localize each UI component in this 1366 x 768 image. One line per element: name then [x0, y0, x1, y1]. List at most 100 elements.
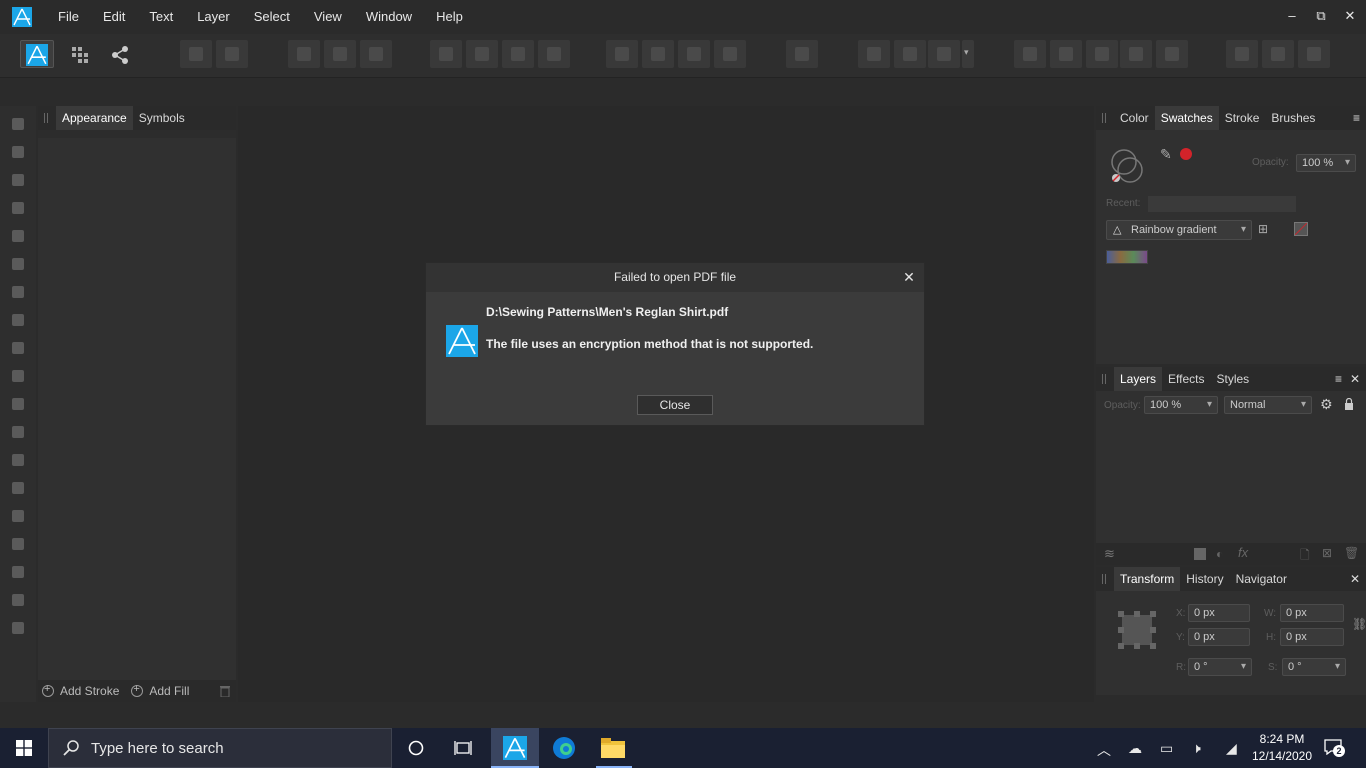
toolbar-btn-8[interactable]	[502, 40, 534, 68]
rectangle-tool-icon[interactable]	[10, 424, 26, 440]
panel-close-icon[interactable]: ✕	[1350, 567, 1360, 591]
zoom-tool-icon[interactable]	[10, 620, 26, 636]
add-layer-icon[interactable]: 🗋	[1300, 546, 1310, 567]
trash-icon[interactable]: 🗑	[1344, 546, 1359, 560]
panel-menu-icon[interactable]: ≡	[1353, 106, 1360, 130]
toolbar-btn-5[interactable]	[360, 40, 392, 68]
toolbar-btn-19[interactable]	[1050, 40, 1082, 68]
place-image-tool-icon[interactable]	[10, 368, 26, 384]
rainbow-gradient-swatches[interactable]	[1106, 250, 1148, 264]
minimize-button[interactable]: –	[1282, 8, 1302, 23]
toolbar-btn-25[interactable]	[1298, 40, 1330, 68]
toolbar-btn-21[interactable]	[1120, 40, 1152, 68]
crop-tool-icon[interactable]	[10, 396, 26, 412]
w-field[interactable]: 0 px	[1280, 604, 1344, 622]
move-tool-icon[interactable]	[10, 116, 26, 132]
fx-icon[interactable]: fx	[1238, 545, 1248, 560]
edge-browser-icon[interactable]	[552, 736, 576, 760]
fill-stroke-selector-icon[interactable]	[1108, 146, 1148, 186]
add-stroke-button[interactable]: Add Stroke	[60, 684, 119, 698]
window-close-button[interactable]: ✕	[1340, 8, 1360, 24]
toolbar-btn-16[interactable]	[894, 40, 926, 68]
cortana-icon[interactable]	[408, 740, 424, 756]
taskbar-search[interactable]: Type here to search	[48, 728, 392, 768]
fill-tool-icon[interactable]	[10, 312, 26, 328]
file-explorer-icon[interactable]	[600, 737, 626, 759]
menu-select[interactable]: Select	[242, 0, 302, 34]
show-hidden-icons-icon[interactable]: ︿	[1097, 740, 1111, 760]
hand-tool-icon[interactable]	[10, 592, 26, 608]
node-tool-icon[interactable]	[10, 172, 26, 188]
menu-help[interactable]: Help	[424, 0, 475, 34]
panel-menu-icon[interactable]: ≡	[1335, 367, 1342, 391]
toolbar-btn-13[interactable]	[714, 40, 746, 68]
toolbar-btn-22[interactable]	[1156, 40, 1188, 68]
tab-transform[interactable]: Transform	[1114, 567, 1181, 591]
toolbar-btn-24[interactable]	[1262, 40, 1294, 68]
toolbar-btn-9[interactable]	[538, 40, 570, 68]
layers-stack-icon[interactable]: ≋	[1104, 546, 1115, 562]
blend-mode-dropdown[interactable]: Normal	[1224, 396, 1312, 414]
rotation-field[interactable]: 0 °	[1188, 658, 1252, 676]
tab-brushes[interactable]: Brushes	[1265, 106, 1321, 130]
tab-symbols[interactable]: Symbols	[133, 106, 191, 130]
toolbar-btn-20[interactable]	[1086, 40, 1118, 68]
layer-opacity-field[interactable]: 100 %	[1144, 396, 1218, 414]
gear-icon[interactable]: ⚙	[1320, 396, 1333, 413]
transparency-tool-icon[interactable]	[10, 340, 26, 356]
menu-edit[interactable]: Edit	[91, 0, 137, 34]
pixel-persona-button[interactable]	[64, 40, 96, 68]
toolbar-btn-6[interactable]	[430, 40, 462, 68]
panel-grip-icon[interactable]	[1102, 374, 1106, 384]
battery-icon[interactable]: ▭	[1160, 740, 1173, 757]
brush-tool-icon[interactable]	[10, 284, 26, 300]
tab-history[interactable]: History	[1180, 567, 1229, 591]
panel-grip-icon[interactable]	[44, 113, 48, 123]
pen-tool-icon[interactable]	[10, 228, 26, 244]
panel-grip-icon[interactable]	[1102, 574, 1106, 584]
toolbar-btn-3[interactable]	[288, 40, 320, 68]
toolbar-btn-1[interactable]	[180, 40, 212, 68]
adjustment-icon[interactable]: ◐	[1216, 547, 1223, 561]
tab-effects[interactable]: Effects	[1162, 367, 1210, 391]
toolbar-btn-7[interactable]	[466, 40, 498, 68]
link-icon[interactable]: ⛓	[1352, 617, 1366, 631]
color-picker-tool-icon[interactable]	[10, 564, 26, 580]
tab-navigator[interactable]: Navigator	[1230, 567, 1293, 591]
windows-start-icon[interactable]	[16, 740, 32, 756]
tab-stroke[interactable]: Stroke	[1219, 106, 1266, 130]
toolbar-btn-4[interactable]	[324, 40, 356, 68]
wifi-icon[interactable]: ◢	[1226, 740, 1237, 757]
export-persona-button[interactable]	[104, 40, 136, 68]
toolbar-btn-11[interactable]	[642, 40, 674, 68]
anchor-point-icon[interactable]	[1118, 611, 1156, 649]
text-tool-icon[interactable]	[10, 536, 26, 552]
menu-layer[interactable]: Layer	[185, 0, 242, 34]
toolbar-btn-14[interactable]	[786, 40, 818, 68]
color-picker-icon[interactable]: ✎	[1160, 146, 1172, 163]
trash-icon[interactable]	[220, 685, 230, 697]
lock-icon[interactable]	[1344, 397, 1354, 410]
tab-color[interactable]: Color	[1114, 106, 1155, 130]
restore-button[interactable]: ⧉	[1311, 8, 1331, 24]
panel-grip-icon[interactable]	[1102, 113, 1106, 123]
rounded-rectangle-tool-icon[interactable]	[10, 480, 26, 496]
pencil-tool-icon[interactable]	[10, 256, 26, 272]
tab-styles[interactable]: Styles	[1211, 367, 1256, 391]
menu-file[interactable]: File	[46, 0, 91, 34]
clock[interactable]: 8:24 PM 12/14/2020	[1250, 731, 1314, 765]
toolbar-btn-18[interactable]	[1014, 40, 1046, 68]
tab-layers[interactable]: Layers	[1114, 367, 1163, 391]
group-icon[interactable]: ⊠	[1322, 546, 1332, 560]
shear-field[interactable]: 0 °	[1282, 658, 1346, 676]
toolbar-btn-23[interactable]	[1226, 40, 1258, 68]
swatch-opacity-field[interactable]: 100 %	[1296, 154, 1356, 172]
star-tool-icon[interactable]	[10, 508, 26, 524]
panel-close-icon[interactable]: ✕	[1350, 367, 1360, 391]
ellipse-tool-icon[interactable]	[10, 452, 26, 468]
tab-appearance[interactable]: Appearance	[56, 106, 133, 130]
x-field[interactable]: 0 px	[1188, 604, 1250, 622]
toolbar-dropdown-arrow[interactable]: ▾	[962, 40, 974, 68]
toolbar-btn-17[interactable]	[928, 40, 960, 68]
add-fill-button[interactable]: Add Fill	[149, 684, 189, 698]
